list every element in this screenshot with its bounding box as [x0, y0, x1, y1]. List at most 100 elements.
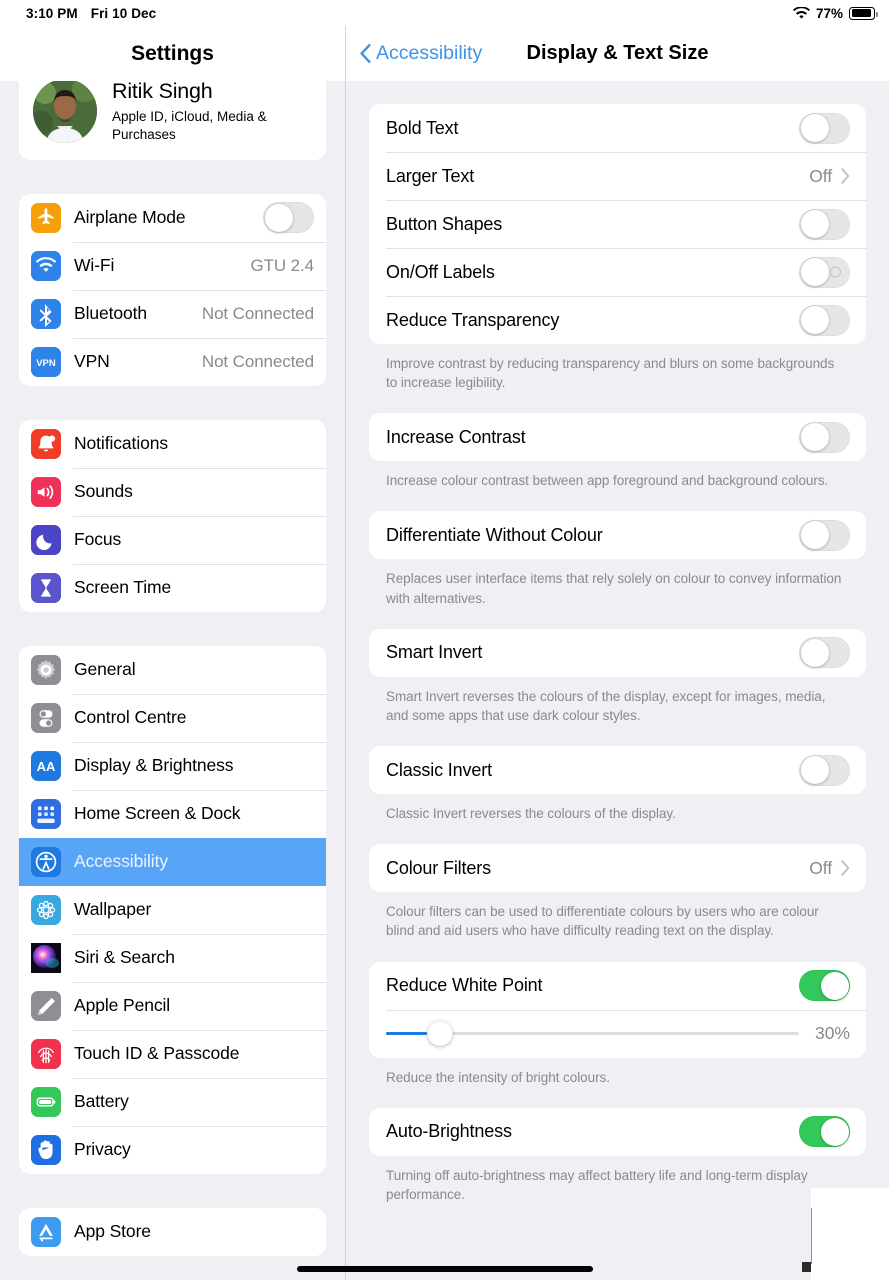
settings-sidebar[interactable]: Ritik Singh Apple ID, iCloud, Media & Pu…: [0, 81, 346, 1280]
notifications-icon: [31, 428, 61, 459]
apple-id-row[interactable]: Ritik Singh Apple ID, iCloud, Media & Pu…: [19, 81, 326, 160]
sidebar-item-value: GTU 2.4: [250, 255, 314, 275]
wifi-icon: [792, 6, 810, 19]
split-view: Ritik Singh Apple ID, iCloud, Media & Pu…: [0, 81, 889, 1280]
setting-row-smart-invert[interactable]: Smart Invert: [369, 629, 866, 677]
group-footer-text: Smart Invert reverses the colours of the…: [386, 688, 826, 723]
setting-label: Colour Filters: [386, 857, 491, 878]
status-right-cluster: 77%: [792, 6, 878, 21]
settings-group: Auto-Brightness: [369, 1107, 866, 1156]
toggle-switch[interactable]: [799, 421, 850, 453]
screen-time-icon: [31, 572, 61, 603]
group-footer-text: Classic Invert reverses the colours of t…: [386, 806, 676, 822]
sidebar-item-label: Airplane Mode: [74, 207, 186, 228]
sidebar-item-general[interactable]: General: [19, 646, 326, 694]
sidebar-item-label: General: [74, 659, 136, 680]
sidebar-item-label: Control Centre: [74, 707, 187, 728]
sidebar-item-screen-time[interactable]: Screen Time: [19, 563, 326, 612]
slider-thumb[interactable]: [427, 1021, 453, 1047]
chevron-right-icon: [841, 860, 850, 876]
sidebar-item-app-store[interactable]: App Store: [19, 1208, 326, 1256]
setting-value: Off: [809, 165, 832, 186]
sidebar-item-wi-fi[interactable]: Wi-Fi GTU 2.4: [19, 241, 326, 290]
sidebar-item-accessibility[interactable]: Accessibility: [19, 837, 326, 886]
setting-label: Smart Invert: [386, 642, 483, 663]
setting-row-classic-invert[interactable]: Classic Invert: [369, 746, 866, 794]
toggle-switch[interactable]: [799, 1116, 850, 1148]
sidebar-item-label: Siri & Search: [74, 947, 175, 968]
app-store-icon: [31, 1216, 61, 1247]
toggle-switch[interactable]: [799, 256, 850, 288]
setting-row-on-off-labels[interactable]: On/Off Labels: [369, 248, 866, 296]
control-centre-icon: [31, 702, 61, 733]
group-footer-text: Increase colour contrast between app for…: [386, 473, 829, 489]
setting-value: Off: [809, 857, 832, 878]
detail-scroll-area: Bold Text Larger Text Off Button Shapes On/O…: [369, 81, 866, 1225]
profile-text: Ritik Singh Apple ID, iCloud, Media & Pu…: [112, 81, 312, 144]
setting-row-reduce-transparency[interactable]: Reduce Transparency: [369, 296, 866, 344]
setting-row-increase-contrast[interactable]: Increase Contrast: [369, 413, 866, 461]
sidebar-item-label: Notifications: [74, 433, 169, 454]
sidebar-item-label: VPN: [74, 351, 110, 372]
sidebar-item-label: Sounds: [74, 481, 133, 502]
setting-row-colour-filters[interactable]: Colour Filters Off: [369, 844, 866, 892]
toggle-switch[interactable]: [799, 754, 850, 786]
toggle-switch[interactable]: [799, 304, 850, 336]
overlay-artifact: [811, 1188, 889, 1280]
sidebar-item-siri-search[interactable]: Siri & Search: [19, 933, 326, 982]
sidebar-item-bluetooth[interactable]: Bluetooth Not Connected: [19, 289, 326, 338]
toggle-switch[interactable]: [799, 637, 850, 669]
sidebar-item-notifications[interactable]: Notifications: [19, 420, 326, 468]
vpn-icon: VPN: [31, 346, 61, 377]
profile-subtitle: Apple ID, iCloud, Media & Purchases: [112, 109, 267, 142]
sidebar-item-privacy[interactable]: Privacy: [19, 1125, 326, 1174]
sidebar-item-label: Accessibility: [74, 851, 169, 872]
setting-label: Auto-Brightness: [386, 1121, 512, 1142]
toggle-switch[interactable]: [263, 202, 314, 234]
setting-row-reduce-white-point[interactable]: Reduce White Point: [369, 962, 866, 1010]
toggle-switch[interactable]: [799, 208, 850, 240]
slider-percent-label: 30%: [814, 1023, 850, 1044]
setting-row-bold-text[interactable]: Bold Text: [369, 104, 866, 152]
settings-group: Colour Filters Off: [369, 844, 866, 893]
overlay-cursor-line: [810, 1208, 812, 1264]
toggle-switch[interactable]: [799, 970, 850, 1002]
sidebar-item-vpn[interactable]: VPN VPN Not Connected: [19, 337, 326, 386]
sidebar-item-home-screen-dock[interactable]: Home Screen & Dock: [19, 789, 326, 838]
white-point-slider[interactable]: [386, 1021, 799, 1047]
setting-label: Classic Invert: [386, 759, 492, 780]
sidebar-item-control-centre[interactable]: Control Centre: [19, 693, 326, 742]
toggle-switch[interactable]: [799, 519, 850, 551]
sidebar-item-display-brightness[interactable]: AA Display & Brightness: [19, 741, 326, 790]
detail-navigation-bar: Accessibility Display & Text Size: [346, 26, 889, 81]
setting-row-auto-brightness[interactable]: Auto-Brightness: [369, 1108, 866, 1156]
setting-label: Reduce Transparency: [386, 309, 560, 330]
sidebar-item-value: Not Connected: [201, 351, 314, 371]
sidebar-item-focus[interactable]: Focus: [19, 515, 326, 564]
siri-icon: [31, 942, 61, 973]
battery-icon: [849, 6, 878, 20]
display-text-size-pane[interactable]: Bold Text Larger Text Off Button Shapes On/O…: [346, 81, 889, 1280]
svg-text:VPN: VPN: [36, 358, 56, 369]
setting-row-larger-text[interactable]: Larger Text Off: [369, 152, 866, 200]
sidebar-item-battery[interactable]: Battery: [19, 1077, 326, 1126]
slider-fill: [386, 1031, 428, 1036]
wifi-icon: [31, 250, 61, 281]
white-point-slider-row[interactable]: 30%: [369, 1009, 866, 1058]
sidebar-item-wallpaper[interactable]: Wallpaper: [19, 886, 326, 934]
settings-group: Classic Invert: [369, 746, 866, 795]
back-button[interactable]: Accessibility: [360, 42, 482, 65]
toggle-switch[interactable]: [799, 112, 850, 144]
home-indicator[interactable]: [296, 1266, 593, 1272]
setting-row-button-shapes[interactable]: Button Shapes: [369, 200, 866, 248]
sidebar-item-touch-id-passcode[interactable]: Touch ID & Passcode: [19, 1029, 326, 1078]
avatar-photo: [33, 81, 97, 144]
battery-icon: [31, 1086, 61, 1117]
sidebar-item-sounds[interactable]: Sounds: [19, 467, 326, 516]
focus-icon: [31, 524, 61, 555]
status-time: 3:10 PM: [26, 5, 78, 21]
sidebar-item-apple-pencil[interactable]: Apple Pencil: [19, 981, 326, 1030]
setting-row-differentiate-without-colour[interactable]: Differentiate Without Colour: [369, 511, 866, 559]
setting-label: Larger Text: [386, 165, 475, 186]
sidebar-item-airplane-mode[interactable]: Airplane Mode: [19, 194, 326, 242]
